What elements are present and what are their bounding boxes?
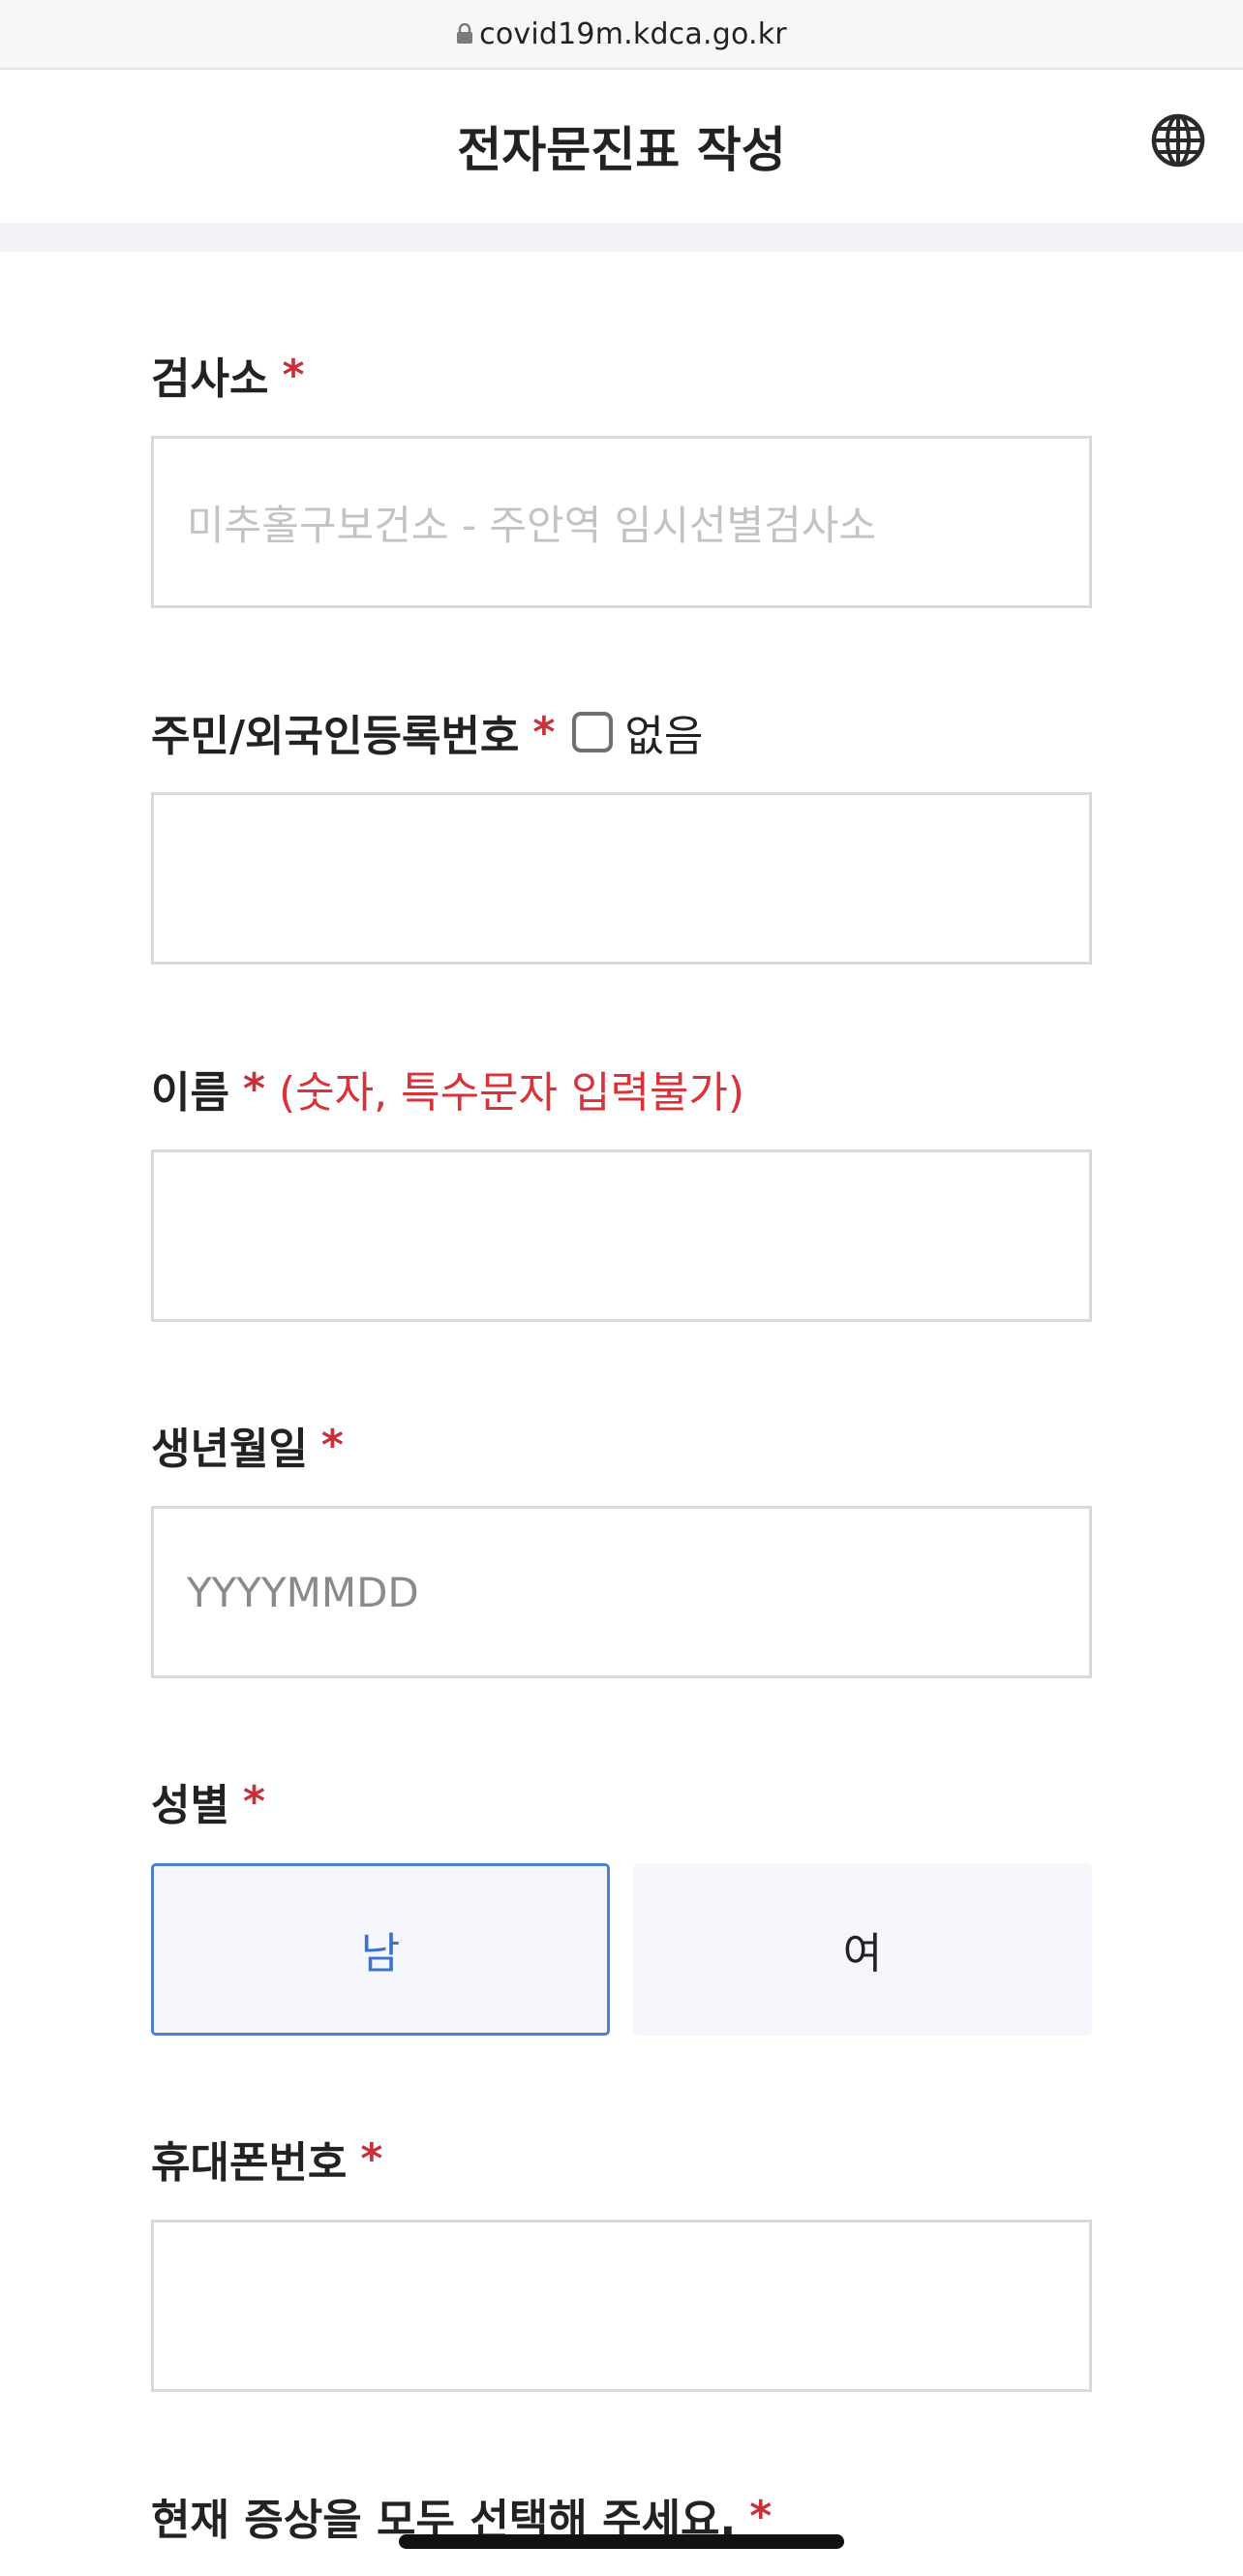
gender-female-label: 여: [842, 1929, 883, 1978]
name-label-text: 이름: [151, 1068, 229, 1118]
birthdate-input[interactable]: YYYYMMDD: [151, 1506, 1092, 1678]
resident-number-input[interactable]: [151, 792, 1092, 965]
birthdate-placeholder: YYYYMMDD: [187, 1568, 419, 1616]
name-input[interactable]: [151, 1150, 1092, 1322]
gender-male-button[interactable]: 남: [151, 1863, 610, 2036]
test-site-label-text: 검사소: [151, 354, 269, 404]
required-mark: *: [282, 350, 305, 400]
birthdate-label-text: 생년월일: [151, 1425, 308, 1474]
section-divider: [0, 223, 1243, 252]
test-site-placeholder: 미추홀구보건소 - 주안역 임시선별검사소: [187, 501, 877, 549]
page-header: 전자문진표 작성: [0, 70, 1243, 223]
phone-input[interactable]: [151, 2220, 1092, 2392]
name-input-note: (숫자, 특수문자 입력불가): [278, 1068, 745, 1118]
resident-number-label: 주민/외국인등록번호 * 없음: [151, 701, 703, 763]
resident-number-label-text: 주민/외국인등록번호: [151, 712, 520, 761]
required-mark: *: [532, 707, 556, 757]
test-site-label: 검사소 *: [151, 344, 304, 406]
no-resident-number-label: 없음: [624, 712, 704, 761]
required-mark: *: [320, 1420, 344, 1470]
birthdate-label: 생년월일 *: [151, 1414, 344, 1476]
required-mark: *: [360, 2133, 383, 2184]
gender-female-button[interactable]: 여: [633, 1863, 1092, 2036]
checkbox-icon: [572, 712, 614, 752]
name-label: 이름 * (숫자, 특수문자 입력불가): [151, 1058, 744, 1119]
test-site-select[interactable]: 미추홀구보건소 - 주안역 임시선별검사소: [151, 436, 1092, 608]
phone-label-text: 휴대폰번호: [151, 2138, 348, 2188]
browser-url-bar[interactable]: covid19m.kdca.go.kr: [0, 0, 1243, 70]
home-indicator: [399, 2534, 844, 2549]
lock-icon: [457, 23, 473, 44]
gender-label: 성별 *: [151, 1770, 265, 1832]
page-title: 전자문진표 작성: [457, 122, 786, 178]
required-mark: *: [242, 1776, 265, 1826]
no-resident-number-checkbox[interactable]: 없음: [572, 701, 703, 763]
gender-label-text: 성별: [151, 1781, 229, 1830]
required-mark: *: [242, 1063, 265, 1114]
url-text: covid19m.kdca.go.kr: [479, 16, 787, 51]
required-mark: *: [749, 2491, 773, 2541]
globe-icon[interactable]: [1150, 112, 1206, 169]
gender-male-label: 남: [360, 1929, 401, 1978]
phone-label: 휴대폰번호 *: [151, 2128, 382, 2190]
